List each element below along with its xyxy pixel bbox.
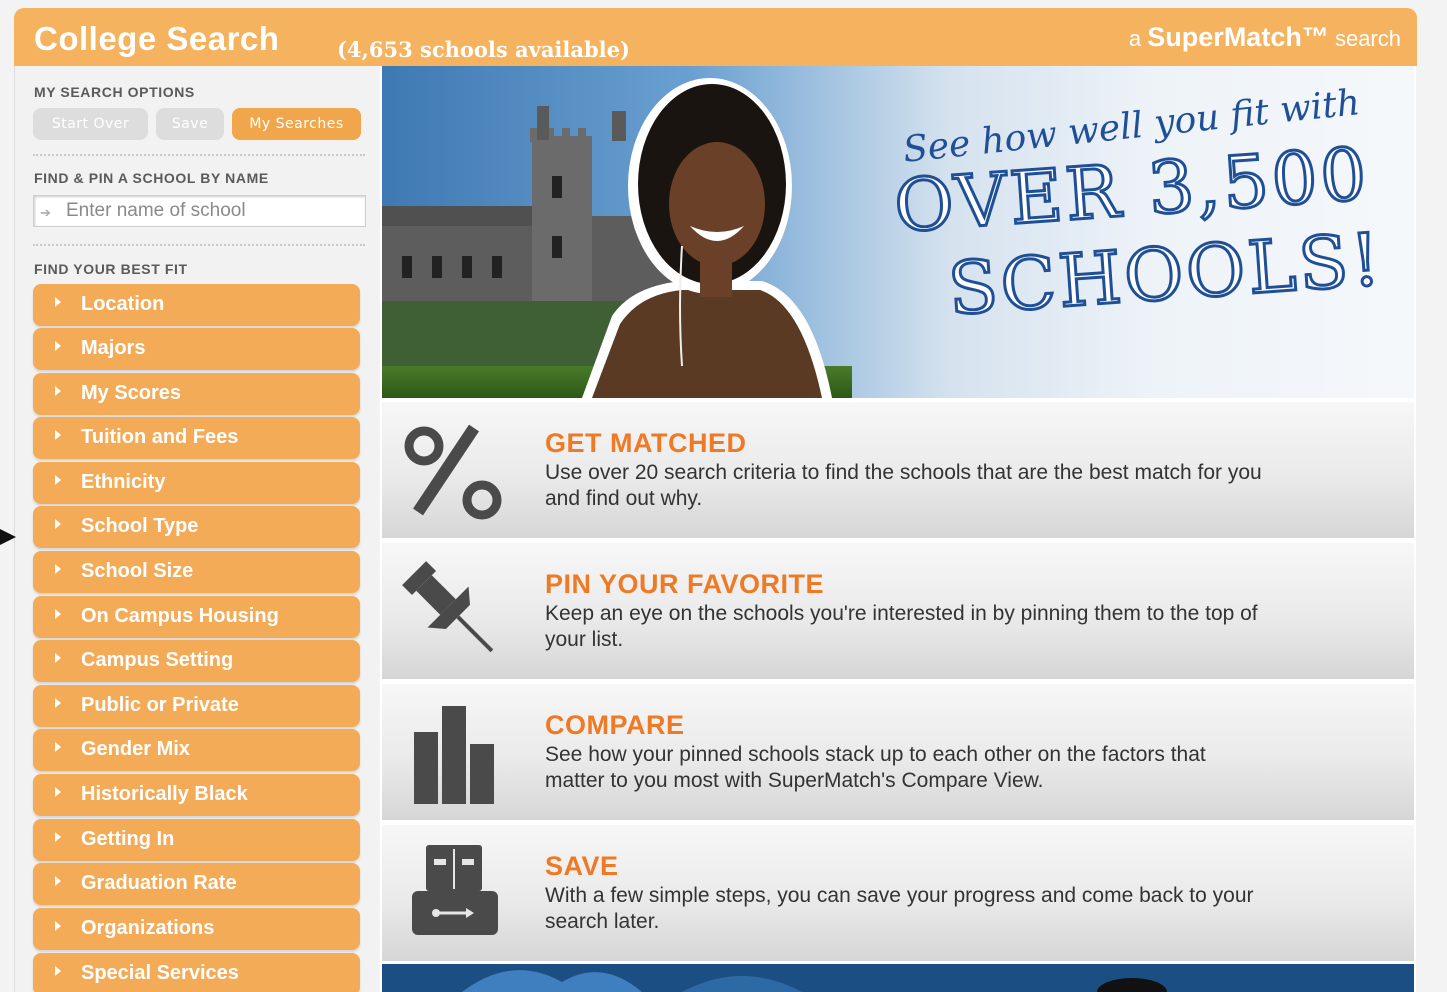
caret-right-icon: [55, 430, 61, 440]
feature-pin-favorite[interactable]: PIN YOUR FAVORITE Keep an eye on the sch…: [382, 541, 1414, 679]
divider: [33, 244, 365, 246]
filter-label: Graduation Rate: [81, 872, 237, 894]
brand-prefix: a: [1128, 26, 1142, 51]
filter-label: Campus Setting: [81, 649, 234, 671]
filter-ethnicity[interactable]: Ethnicity: [33, 462, 360, 504]
bar-chart-icon: [414, 706, 494, 804]
filter-my-scores[interactable]: My Scores: [33, 373, 360, 415]
feature-description: See how your pinned schools stack up to …: [545, 743, 1206, 792]
filter-public-private[interactable]: Public or Private: [33, 685, 360, 727]
caret-right-icon: [55, 475, 61, 485]
school-name-field[interactable]: ➔: [33, 195, 366, 227]
best-fit-heading: FIND YOUR BEST FIT: [34, 261, 188, 277]
feature-title: COMPARE: [545, 710, 685, 740]
right-margin: [1417, 0, 1447, 992]
app-header: College Search (4,653 schools available)…: [14, 8, 1417, 66]
caret-right-icon: [55, 519, 61, 529]
brand-tagline: a SuperMatch™ search: [1129, 22, 1401, 53]
caret-right-icon: [55, 876, 61, 886]
filter-label: Location: [81, 293, 165, 315]
divider: [33, 154, 365, 156]
caret-right-icon: [55, 341, 61, 351]
pushpin-icon: ➔: [40, 205, 51, 220]
feature-save[interactable]: SAVE With a few simple steps, you can sa…: [382, 823, 1414, 961]
feature-description: With a few simple steps, you can save yo…: [545, 884, 1254, 933]
caret-right-icon: [55, 564, 61, 574]
schools-count: (4,653 schools available): [337, 37, 630, 62]
filter-majors[interactable]: Majors: [33, 328, 360, 370]
feature-title: GET MATCHED: [545, 428, 747, 458]
filter-graduation-rate[interactable]: Graduation Rate: [33, 863, 360, 905]
filter-historically-black[interactable]: Historically Black: [33, 774, 360, 816]
filter-location[interactable]: Location: [33, 284, 360, 326]
filter-label: On Campus Housing: [81, 605, 279, 627]
filter-tuition-fees[interactable]: Tuition and Fees: [33, 417, 360, 459]
filter-label: Getting In: [81, 828, 175, 850]
caret-right-icon: [55, 609, 61, 619]
filter-label: Majors: [81, 337, 146, 359]
save-search-button[interactable]: Save: [156, 108, 224, 140]
brand-suffix: search: [1334, 26, 1401, 51]
banner-wave-decoration: [462, 970, 1167, 992]
feature-compare[interactable]: COMPARE See how your pinned schools stac…: [382, 682, 1414, 820]
caret-right-icon: [55, 921, 61, 931]
caret-right-icon: [55, 966, 61, 976]
hero-banner[interactable]: See how well you fit with OVER 3,500 SCH…: [382, 66, 1414, 398]
filter-label: Special Services: [81, 962, 239, 984]
school-name-input[interactable]: [66, 199, 361, 223]
filter-school-type[interactable]: School Type: [33, 506, 360, 548]
arrow-pointer-icon: [0, 529, 16, 545]
caret-right-icon: [55, 698, 61, 708]
filter-school-size[interactable]: School Size: [33, 551, 360, 593]
main-content: See how well you fit with OVER 3,500 SCH…: [380, 66, 1416, 992]
brand-name: SuperMatch™: [1147, 22, 1329, 52]
filter-label: Organizations: [81, 917, 215, 939]
percent-icon: [404, 424, 502, 520]
app-title: College Search: [34, 20, 280, 57]
filter-organizations[interactable]: Organizations: [33, 908, 360, 950]
sidebar: MY SEARCH OPTIONS Start Over Save My Sea…: [14, 66, 378, 992]
search-options-heading: MY SEARCH OPTIONS: [34, 84, 195, 100]
filter-getting-in[interactable]: Getting In: [33, 819, 360, 861]
feature-title: PIN YOUR FAVORITE: [545, 569, 825, 599]
filter-label: Gender Mix: [81, 738, 190, 760]
caret-right-icon: [55, 832, 61, 842]
caret-right-icon: [55, 297, 61, 307]
caret-right-icon: [55, 787, 61, 797]
caret-right-icon: [55, 653, 61, 663]
usb-drive-icon: [412, 845, 498, 935]
filter-on-campus-housing[interactable]: On Campus Housing: [33, 596, 360, 638]
find-pin-heading: FIND & PIN A SCHOOL BY NAME: [34, 170, 269, 186]
filter-label: Tuition and Fees: [81, 426, 239, 448]
filter-campus-setting[interactable]: Campus Setting: [33, 640, 360, 682]
pushpin-icon: [402, 561, 494, 653]
feature-get-matched[interactable]: GET MATCHED Use over 20 search criteria …: [382, 400, 1414, 538]
feature-description: Use over 20 search criteria to find the …: [545, 461, 1262, 510]
caret-right-icon: [55, 742, 61, 752]
filter-gender-mix[interactable]: Gender Mix: [33, 729, 360, 771]
feature-description: Keep an eye on the schools you're intere…: [545, 602, 1258, 651]
filter-label: School Type: [81, 515, 199, 537]
next-banner-strip: [382, 964, 1414, 992]
start-over-button[interactable]: Start Over: [33, 108, 148, 140]
caret-right-icon: [55, 386, 61, 396]
my-searches-button[interactable]: My Searches: [232, 108, 361, 140]
student-photo: [582, 78, 832, 398]
filter-label: Historically Black: [81, 783, 248, 805]
filter-label: School Size: [81, 560, 194, 582]
feature-title: SAVE: [545, 851, 619, 881]
filter-label: Ethnicity: [81, 471, 166, 493]
filter-label: Public or Private: [81, 694, 239, 716]
filter-special-services[interactable]: Special Services: [33, 953, 360, 992]
filter-label: My Scores: [81, 382, 182, 404]
